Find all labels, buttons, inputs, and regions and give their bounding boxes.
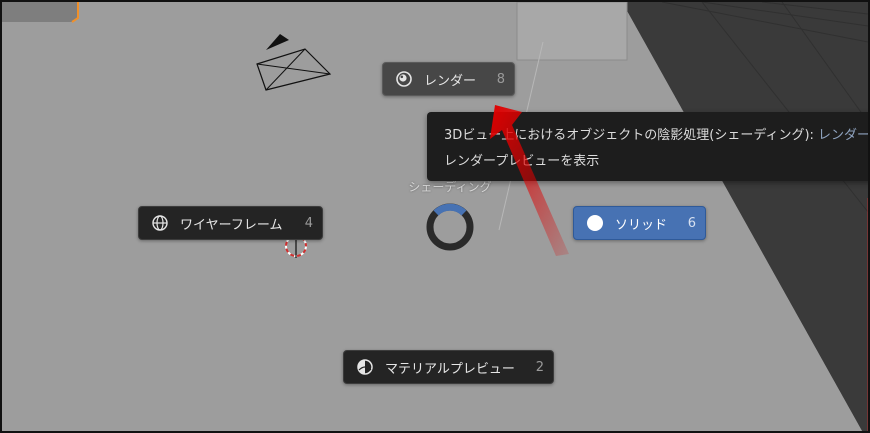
3d-viewport[interactable]: シェーディング レンダー 8 ワイヤーフレーム 4 ソリッド 6 マテリアルプレ… xyxy=(0,0,870,433)
annotation-arrow xyxy=(490,105,569,256)
